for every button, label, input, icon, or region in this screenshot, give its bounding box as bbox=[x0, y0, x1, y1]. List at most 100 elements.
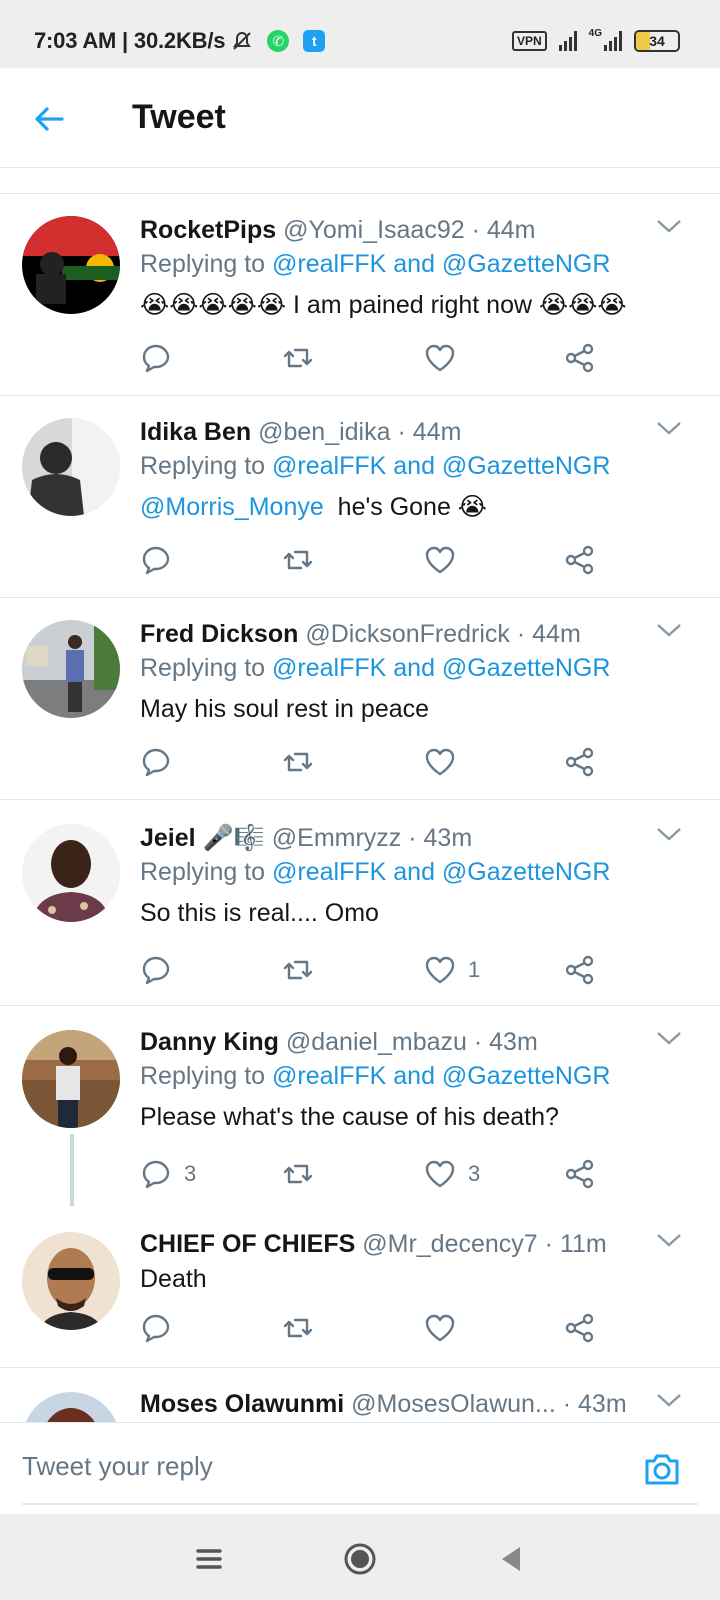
retweet-button[interactable] bbox=[282, 340, 314, 376]
mention-link[interactable]: @Morris_Monye bbox=[140, 493, 324, 521]
reply-input[interactable]: Tweet your reply bbox=[22, 1451, 213, 1482]
reply-button[interactable] bbox=[140, 1310, 184, 1346]
handle[interactable]: @Mr_decency7 bbox=[362, 1230, 537, 1258]
tweet[interactable]: Fred Dickson @DicksonFredrick · 44m Repl… bbox=[0, 598, 720, 800]
separator-dot: · bbox=[408, 824, 417, 852]
home-icon[interactable] bbox=[343, 1542, 377, 1576]
handle[interactable]: @daniel_mbazu bbox=[286, 1028, 467, 1056]
share-button[interactable] bbox=[564, 1156, 596, 1192]
replying-targets[interactable]: @realFFK and @GazetteNGR bbox=[272, 858, 610, 886]
replying-targets[interactable]: @realFFK and @GazetteNGR bbox=[272, 250, 610, 278]
reply-icon bbox=[142, 344, 170, 373]
tweet[interactable]: CHIEF OF CHIEFS @Mr_decency7 · 11m Death bbox=[0, 1206, 720, 1368]
handle[interactable]: @Yomi_Isaac92 bbox=[283, 216, 465, 244]
chevron-down-icon[interactable] bbox=[656, 218, 682, 234]
retweet-button[interactable] bbox=[282, 1156, 314, 1192]
tweet-header: Fred Dickson @DicksonFredrick · 44m bbox=[140, 618, 700, 650]
heart-icon bbox=[425, 956, 455, 984]
tweet[interactable]: RocketPips @Yomi_Isaac92 · 44m Replying … bbox=[0, 194, 720, 396]
like-button[interactable]: 3 bbox=[424, 1156, 480, 1192]
chevron-down-icon[interactable] bbox=[656, 1392, 682, 1408]
retweet-button[interactable] bbox=[282, 952, 314, 988]
tweet-actions: 3 3 bbox=[140, 1156, 610, 1192]
display-name[interactable]: Idika Ben bbox=[140, 418, 251, 446]
timestamp: 44m bbox=[486, 216, 536, 244]
separator-dot: · bbox=[516, 620, 526, 648]
replying-prefix: Replying to bbox=[140, 1062, 266, 1090]
tweet[interactable]: Danny King @daniel_mbazu · 43m Replying … bbox=[0, 1006, 720, 1220]
signal-icon-2 bbox=[604, 31, 622, 51]
handle[interactable]: @MosesOlawun... bbox=[351, 1390, 556, 1418]
avatar[interactable] bbox=[22, 1392, 120, 1422]
reply-button[interactable] bbox=[140, 340, 184, 376]
separator-dot: · bbox=[397, 418, 406, 446]
handle[interactable]: @Emmryzz bbox=[272, 824, 402, 852]
share-icon bbox=[565, 1159, 594, 1189]
avatar[interactable] bbox=[22, 216, 120, 314]
separator-dot: · bbox=[473, 1028, 483, 1056]
retweet-button[interactable] bbox=[282, 542, 314, 578]
avatar[interactable] bbox=[22, 620, 120, 718]
like-button[interactable] bbox=[424, 744, 468, 780]
camera-icon[interactable] bbox=[642, 1449, 682, 1489]
tweet-actions: 1 bbox=[140, 952, 610, 988]
reply-button[interactable]: 3 bbox=[140, 1156, 196, 1192]
share-button[interactable] bbox=[564, 952, 596, 988]
display-name[interactable]: Danny King bbox=[140, 1028, 279, 1056]
avatar[interactable] bbox=[22, 824, 120, 922]
retweet-button[interactable] bbox=[282, 744, 314, 780]
replying-targets[interactable]: @realFFK and @GazetteNGR bbox=[272, 654, 610, 682]
avatar[interactable] bbox=[22, 1232, 120, 1330]
menu-icon[interactable] bbox=[192, 1542, 226, 1576]
retweet-button[interactable] bbox=[282, 1310, 314, 1346]
avatar[interactable] bbox=[22, 418, 120, 516]
replying-targets[interactable]: @realFFK and @GazetteNGR bbox=[272, 1062, 610, 1090]
chevron-down-icon[interactable] bbox=[656, 420, 682, 436]
heart-icon bbox=[425, 748, 455, 776]
tweet[interactable]: Idika Ben @ben_idika · 44m Replying to @… bbox=[0, 396, 720, 598]
share-button[interactable] bbox=[564, 744, 596, 780]
replying-to: Replying to @realFFK and @GazetteNGR bbox=[140, 1058, 700, 1094]
separator-dot: · bbox=[544, 1230, 553, 1258]
back-triangle-icon[interactable] bbox=[494, 1542, 528, 1576]
reply-button[interactable] bbox=[140, 744, 184, 780]
system-nav-bar bbox=[0, 1514, 720, 1600]
reply-icon bbox=[142, 1314, 170, 1343]
share-button[interactable] bbox=[564, 542, 596, 578]
share-icon bbox=[565, 747, 594, 777]
display-name[interactable]: Jeiel 🎤🎼 bbox=[140, 824, 265, 852]
like-button[interactable]: 1 bbox=[424, 952, 480, 988]
battery-icon: 34 bbox=[634, 30, 680, 52]
display-name[interactable]: RocketPips bbox=[140, 216, 276, 244]
replying-to: Replying to @realFFK and @GazetteNGR bbox=[140, 854, 700, 890]
chevron-down-icon[interactable] bbox=[656, 1030, 682, 1046]
chevron-down-icon[interactable] bbox=[656, 826, 682, 842]
retweet-icon bbox=[283, 960, 313, 980]
handle[interactable]: @DicksonFredrick bbox=[305, 620, 510, 648]
tweet-actions bbox=[140, 542, 610, 578]
like-button[interactable] bbox=[424, 542, 468, 578]
display-name[interactable]: Moses Olawunmi bbox=[140, 1390, 344, 1418]
like-count: 1 bbox=[468, 957, 481, 982]
tweet-text-body: he's Gone 😭 bbox=[337, 493, 488, 521]
share-button[interactable] bbox=[564, 1310, 596, 1346]
chevron-down-icon[interactable] bbox=[656, 622, 682, 638]
like-button[interactable] bbox=[424, 1310, 468, 1346]
reply-button[interactable] bbox=[140, 542, 184, 578]
reply-button[interactable] bbox=[140, 952, 184, 988]
share-button[interactable] bbox=[564, 340, 596, 376]
display-name[interactable]: Fred Dickson bbox=[140, 620, 298, 648]
heart-icon bbox=[425, 546, 455, 574]
reply-count: 3 bbox=[184, 1161, 197, 1186]
like-button[interactable] bbox=[424, 340, 468, 376]
tweet[interactable]: Moses Olawunmi @MosesOlawun... · 43m bbox=[0, 1368, 720, 1422]
back-arrow-icon[interactable] bbox=[32, 102, 66, 136]
tweet[interactable]: Jeiel 🎤🎼 @Emmryzz · 43m Replying to @rea… bbox=[0, 800, 720, 1006]
avatar[interactable] bbox=[22, 1030, 120, 1128]
handle[interactable]: @ben_idika bbox=[258, 418, 390, 446]
tweet-header: Moses Olawunmi @MosesOlawun... · 43m bbox=[140, 1388, 700, 1420]
display-name[interactable]: CHIEF OF CHIEFS bbox=[140, 1230, 355, 1258]
replying-to: Replying to @realFFK and @GazetteNGR bbox=[140, 246, 700, 282]
replying-targets[interactable]: @realFFK and @GazetteNGR bbox=[272, 452, 610, 480]
chevron-down-icon[interactable] bbox=[656, 1232, 682, 1248]
